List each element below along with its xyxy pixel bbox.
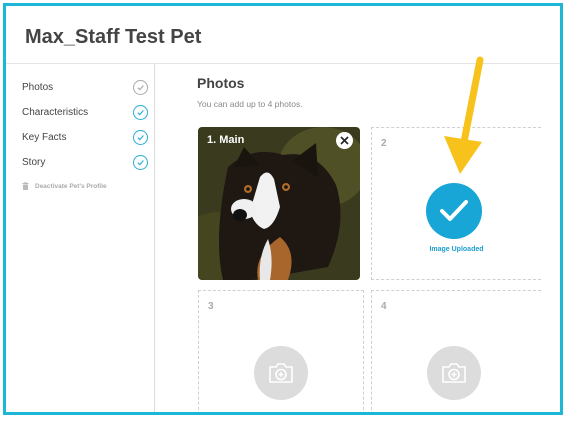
photo-main-label: 1. Main (207, 134, 245, 146)
sidebar-item-photos[interactable]: Photos (22, 76, 148, 98)
photo-slot-3[interactable]: 3 (198, 290, 364, 412)
section-subtitle: You can add up to 4 photos. (197, 99, 303, 109)
deactivate-label: Deactivate Pet's Profile (35, 182, 107, 190)
page-title: Max_Staff Test Pet (25, 26, 202, 48)
sidebar-item-label: Key Facts (22, 131, 67, 143)
arrow-annotation (444, 56, 484, 174)
dog-photo (198, 127, 360, 280)
trash-icon (22, 182, 29, 190)
upload-status-text: Image Uploaded (429, 246, 484, 253)
check-icon (133, 154, 148, 170)
camera-icon (442, 363, 466, 383)
section-title: Photos (197, 75, 245, 91)
add-photo-button[interactable] (254, 346, 308, 400)
slot-number: 4 (381, 301, 387, 312)
sidebar-item-label: Photos (22, 81, 54, 93)
check-icon (440, 200, 468, 221)
photo-slot-4[interactable]: 4 (371, 290, 541, 412)
slot-number: 3 (208, 301, 214, 312)
sidebar: Photos Characteristics Key Facts Story D… (6, 64, 155, 412)
sidebar-item-label: Characteristics (22, 106, 89, 118)
remove-photo-button[interactable] (336, 132, 353, 149)
app-frame: Max_Staff Test Pet Photos Characteristic… (3, 3, 563, 415)
upload-success-indicator (426, 183, 482, 239)
camera-icon (269, 363, 293, 383)
deactivate-profile-link[interactable]: Deactivate Pet's Profile (22, 182, 107, 190)
slot-number: 2 (381, 138, 387, 149)
close-icon (340, 136, 349, 145)
check-icon (133, 79, 148, 95)
sidebar-item-key-facts[interactable]: Key Facts (22, 126, 148, 148)
check-icon (133, 129, 148, 145)
add-photo-button[interactable] (427, 346, 481, 400)
photo-slot-main[interactable]: 1. Main (198, 127, 360, 280)
check-icon (133, 104, 148, 120)
sidebar-item-story[interactable]: Story (22, 151, 148, 173)
sidebar-item-characteristics[interactable]: Characteristics (22, 101, 148, 123)
sidebar-item-label: Story (22, 156, 46, 168)
